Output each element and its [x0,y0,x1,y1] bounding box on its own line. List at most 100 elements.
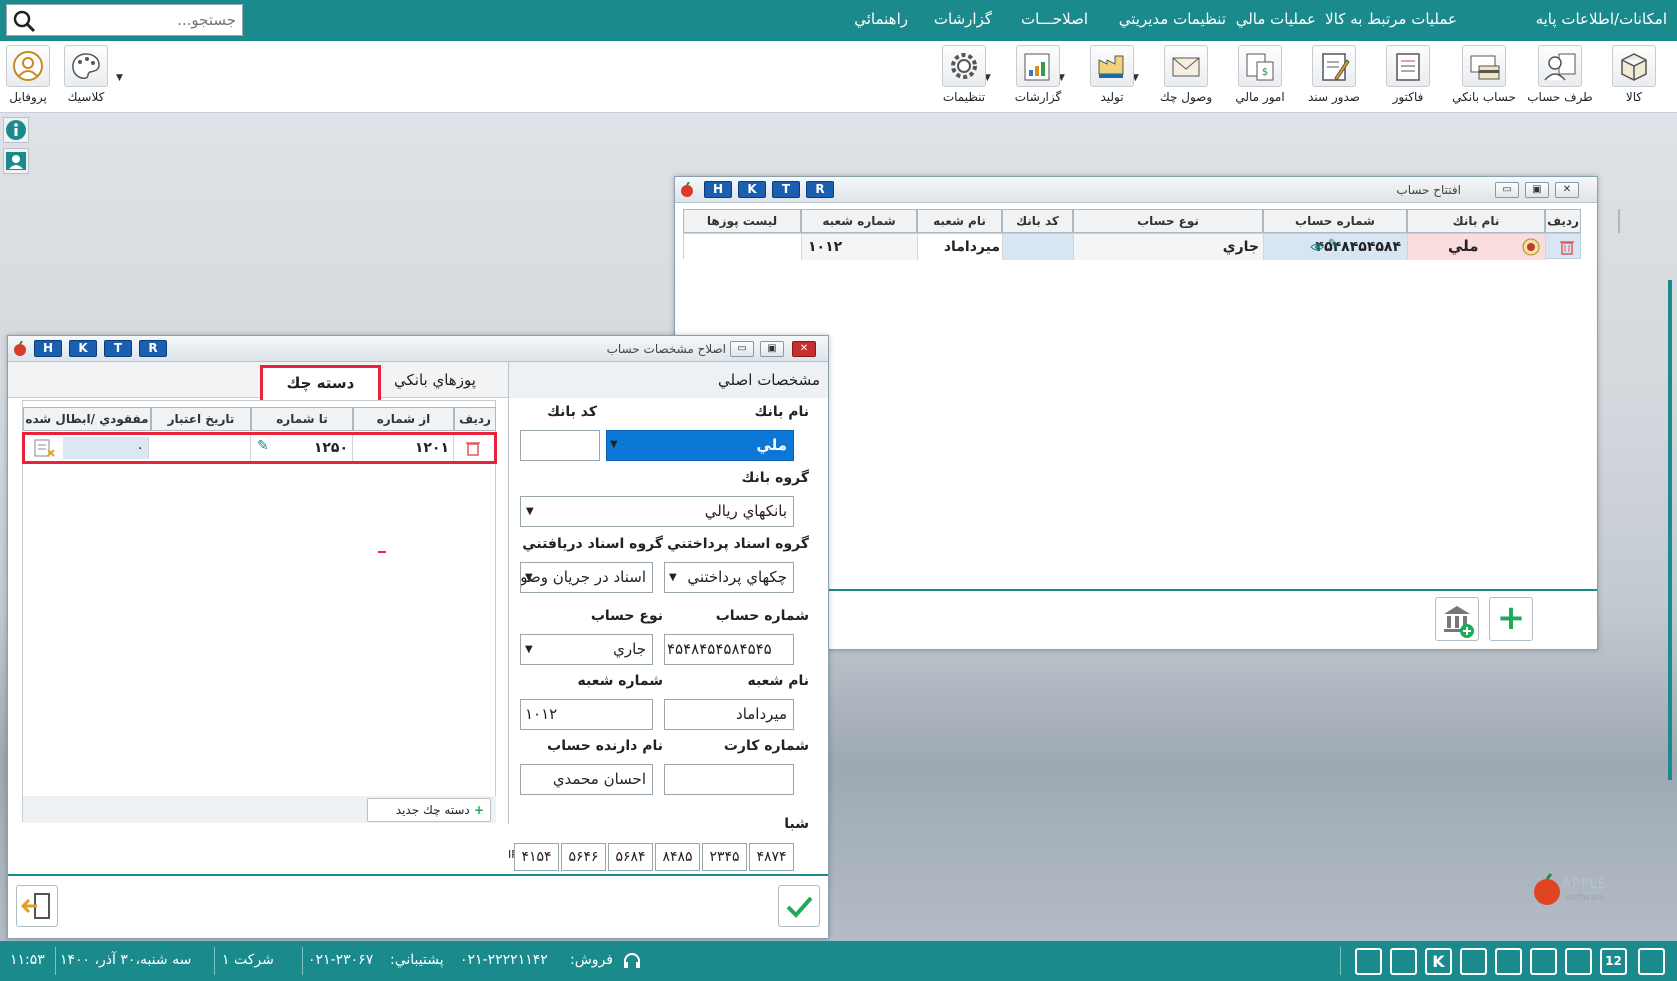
recv-group-select[interactable]: اسناد در جريان وصو [520,562,653,593]
hotkey-t-button[interactable]: T [104,340,132,357]
close-button[interactable]: ✕ [1555,182,1579,198]
search-icon[interactable] [12,9,36,33]
table-row[interactable]: ملي ۴۵۴۸۴۵۴۵۸۴ ✎ جاري ميرداماد ۱۰۱۲ [683,233,1581,260]
shiba-part-1[interactable]: ۴۸۷۴ [749,843,794,871]
building-icon[interactable] [1638,948,1665,975]
chevron-down-icon[interactable]: ▼ [525,644,533,655]
toolbar-voucher-label: صدور سند [1308,90,1360,104]
menu-goods-ops[interactable]: عمليات مرتبط به كالا [1325,10,1457,28]
status-date: سه شنبه،۳۰ آذر، ۱۴۰۰ [60,952,192,968]
menu-financial-ops[interactable]: عمليات مالي [1236,10,1316,28]
list-cancel-icon[interactable] [33,438,55,458]
hotkey-t-button[interactable]: T [772,181,800,198]
close-button[interactable]: ✕ [792,341,816,357]
tab-pos[interactable]: پوزهاي بانكي [394,371,476,389]
menu-base-info[interactable]: امكانات/اطلاعات پايه [1536,10,1667,28]
toolbar-check-receive-label: وصول چك [1159,90,1213,104]
pencil-icon[interactable]: ✎ [1328,237,1339,252]
hotkey-h-button[interactable]: H [34,340,62,357]
new-checkbook-button[interactable]: + دسته چك جديد [367,798,491,822]
invoice-icon [1396,53,1420,81]
eye-icon[interactable] [1310,242,1324,252]
bank-group-select[interactable]: بانكهاي ريالي [520,496,794,527]
maximize-button[interactable]: ▣ [760,341,784,357]
branch-name-input[interactable]: ميرداماد [664,699,794,730]
account-no-input[interactable]: ۴۵۴۸۴۵۴۵۸۴۵۴۵ [664,634,794,665]
toolbar-kala-button[interactable]: كالا [1599,45,1669,111]
toolbar-bank-account-button[interactable]: حساب بانكي [1449,45,1519,111]
col-header-branch-name: نام شعبه [917,209,1002,233]
hotkey-k-button[interactable]: K [69,340,97,357]
trash-icon[interactable] [1560,239,1574,255]
status-bar: ۱۱:۵۳ سه شنبه،۳۰ آذر، ۱۴۰۰ شركت ۱ ۰۲۱-۲۳… [0,941,1677,981]
toolbar-settings-button[interactable]: تنظيمات [929,45,999,111]
shiba-label: شبا [784,816,809,832]
add-button[interactable]: + [1489,597,1533,641]
toolbar-settings-label: تنظيمات [942,90,986,104]
bank-add-button[interactable] [1435,597,1479,641]
calculator-icon[interactable] [1460,948,1487,975]
chevron-down-icon[interactable]: ▼ [525,572,533,583]
branch-no-input[interactable]: ۱۰۱۲ [520,699,653,730]
hotkey-k-button[interactable]: K [738,181,766,198]
confirm-button[interactable] [778,885,820,927]
hotkey-r-button[interactable]: R [139,340,167,357]
account-type-select[interactable]: جاري [520,634,653,665]
chevron-down-icon[interactable]: ▼ [526,506,534,517]
search-box[interactable] [6,4,243,36]
phone-book-icon[interactable] [1390,948,1417,975]
calendar-icon[interactable]: 12 [1600,948,1627,975]
pay-group-select[interactable]: چكهاي پرداختني [664,562,794,593]
chart-icon[interactable] [1565,948,1592,975]
menu-help[interactable]: راهنمائي [854,10,908,28]
note-icon[interactable] [1495,948,1522,975]
edit-window-title: اصلاح مشخصات حساب [606,342,726,356]
hotkey-h-button[interactable]: H [704,181,732,198]
shiba-part-6[interactable]: ۴۱۵۴ [514,843,559,871]
user-support-icon[interactable] [3,148,29,174]
shiba-part-5[interactable]: ۵۶۴۶ [561,843,606,871]
menu-reports[interactable]: گزارشات [934,10,992,28]
card-no-input[interactable] [664,764,794,795]
maximize-button[interactable]: ▣ [1525,182,1549,198]
cell-pos-list [684,234,802,260]
trash-icon[interactable] [466,440,480,456]
bank-code-input[interactable] [520,430,600,461]
table-row[interactable]: ۱۲۰۱ ۱۲۵۰ ✎ ۰ [22,432,497,464]
minimize-button[interactable]: ▭ [730,341,754,357]
shiba-part-3[interactable]: ۸۴۸۵ [655,843,700,871]
scrollbar[interactable] [1668,280,1672,780]
shiba-part-2[interactable]: ۲۳۴۵ [702,843,747,871]
toolbar-party-button[interactable]: طرف حساب [1525,45,1595,111]
tab-checkbook[interactable]: دسته چك [260,365,381,403]
pencil-icon[interactable]: ✎ [257,438,269,454]
keyboard-k-icon[interactable]: K [1425,948,1452,975]
toolbar-invoice-button[interactable]: فاكتور [1373,45,1443,111]
bank-name-select[interactable]: ملي [606,430,794,461]
owner-label: نام دارنده حساب [547,738,663,754]
checkbook-grid: رديف از شماره تا شماره تاريخ اعتبار مفقو… [22,400,497,823]
col-header-account-type: نوع حساب [1073,209,1263,233]
search-input[interactable] [51,11,236,29]
chevron-down-icon[interactable]: ▼ [669,572,677,583]
exit-button[interactable] [16,885,58,927]
calendar-grid-icon[interactable] [1355,948,1382,975]
toolbar-reports-button[interactable]: گزارشات [1003,45,1073,111]
menu-management-settings[interactable]: تنظيمات مديريتي [1119,10,1226,28]
tab-main[interactable]: مشخصات اصلي [508,362,828,398]
toolbar-check-receive-button[interactable]: وصول چك [1151,45,1221,111]
toolbar-voucher-button[interactable]: صدور سند [1299,45,1369,111]
headset-icon[interactable] [622,951,642,971]
toolbar-profile-button[interactable]: پروفايل [0,45,63,111]
menu-corrections[interactable]: اصلاحـــات [1021,10,1088,28]
chevron-down-icon[interactable]: ▼ [610,439,618,450]
toolbar-production-button[interactable]: توليد [1077,45,1147,111]
minimize-button[interactable]: ▭ [1495,182,1519,198]
shiba-part-4[interactable]: ۵۶۸۴ [608,843,653,871]
toolbar-finance-button[interactable]: $ امور مالي [1225,45,1295,111]
owner-input[interactable]: احسان محمدي [520,764,653,795]
share-icon[interactable] [1530,948,1557,975]
cb-header-lost: مفقودي /ابطال شده [23,407,151,431]
hotkey-r-button[interactable]: R [806,181,834,198]
info-icon[interactable] [3,117,29,143]
